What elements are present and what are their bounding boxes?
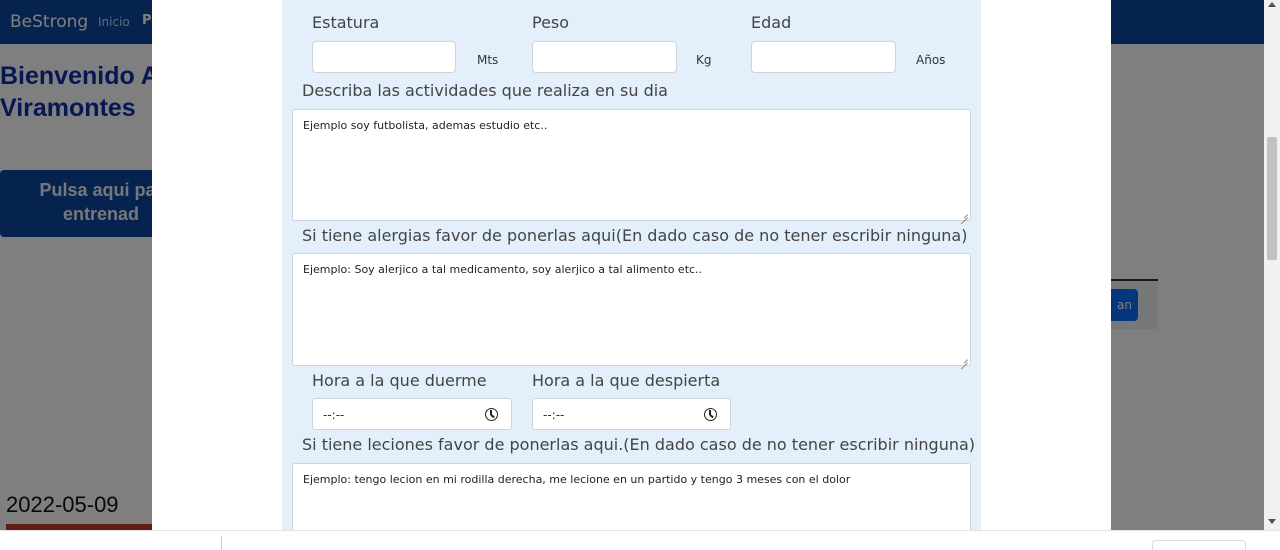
activities-textarea[interactable]: Ejemplo soy futbolista, ademas estudio e… xyxy=(292,109,971,221)
injuries-textarea[interactable]: Ejemplo: tengo lecion en mi rodilla dere… xyxy=(292,463,971,530)
height-label: Estatura xyxy=(312,13,380,32)
resize-handle-icon[interactable] xyxy=(960,355,968,363)
age-unit: Años xyxy=(916,53,946,67)
arrow-up-icon[interactable] xyxy=(1268,2,1276,7)
allergies-label: Si tiene alergias favor de ponerlas aqui… xyxy=(302,226,968,245)
sleep-time-input[interactable]: --:-- xyxy=(312,398,512,430)
injuries-placeholder: Ejemplo: tengo lecion en mi rodilla dere… xyxy=(303,473,851,486)
bottom-box xyxy=(1152,540,1246,550)
height-unit: Mts xyxy=(477,53,499,67)
bottom-bar xyxy=(0,530,1280,550)
allergies-textarea[interactable]: Ejemplo: Soy alerjico a tal medicamento,… xyxy=(292,253,971,366)
clock-icon[interactable] xyxy=(485,408,498,421)
clock-icon[interactable] xyxy=(704,408,717,421)
sleep-time-value: --:-- xyxy=(323,408,345,422)
activities-label: Describa las actividades que realiza en … xyxy=(302,81,668,100)
page-scrollbar[interactable] xyxy=(1264,0,1280,530)
wake-time-input[interactable]: --:-- xyxy=(532,398,731,430)
age-input[interactable] xyxy=(751,41,896,73)
wake-time-value: --:-- xyxy=(543,408,565,422)
scroll-thumb[interactable] xyxy=(1267,137,1277,260)
wake-time-label: Hora a la que despierta xyxy=(532,371,721,390)
sleep-time-label: Hora a la que duerme xyxy=(312,371,487,390)
allergies-placeholder: Ejemplo: Soy alerjico a tal medicamento,… xyxy=(303,263,703,276)
bottom-separator xyxy=(221,536,222,550)
age-label: Edad xyxy=(751,13,792,32)
weight-unit: Kg xyxy=(696,53,712,67)
weight-label: Peso xyxy=(532,13,570,32)
arrow-down-icon[interactable] xyxy=(1268,519,1276,524)
weight-input[interactable] xyxy=(532,41,677,73)
resize-handle-icon[interactable] xyxy=(960,210,968,218)
injuries-label: Si tiene leciones favor de ponerlas aqui… xyxy=(302,435,976,454)
activities-placeholder: Ejemplo soy futbolista, ademas estudio e… xyxy=(303,119,548,132)
height-input[interactable] xyxy=(312,41,456,73)
